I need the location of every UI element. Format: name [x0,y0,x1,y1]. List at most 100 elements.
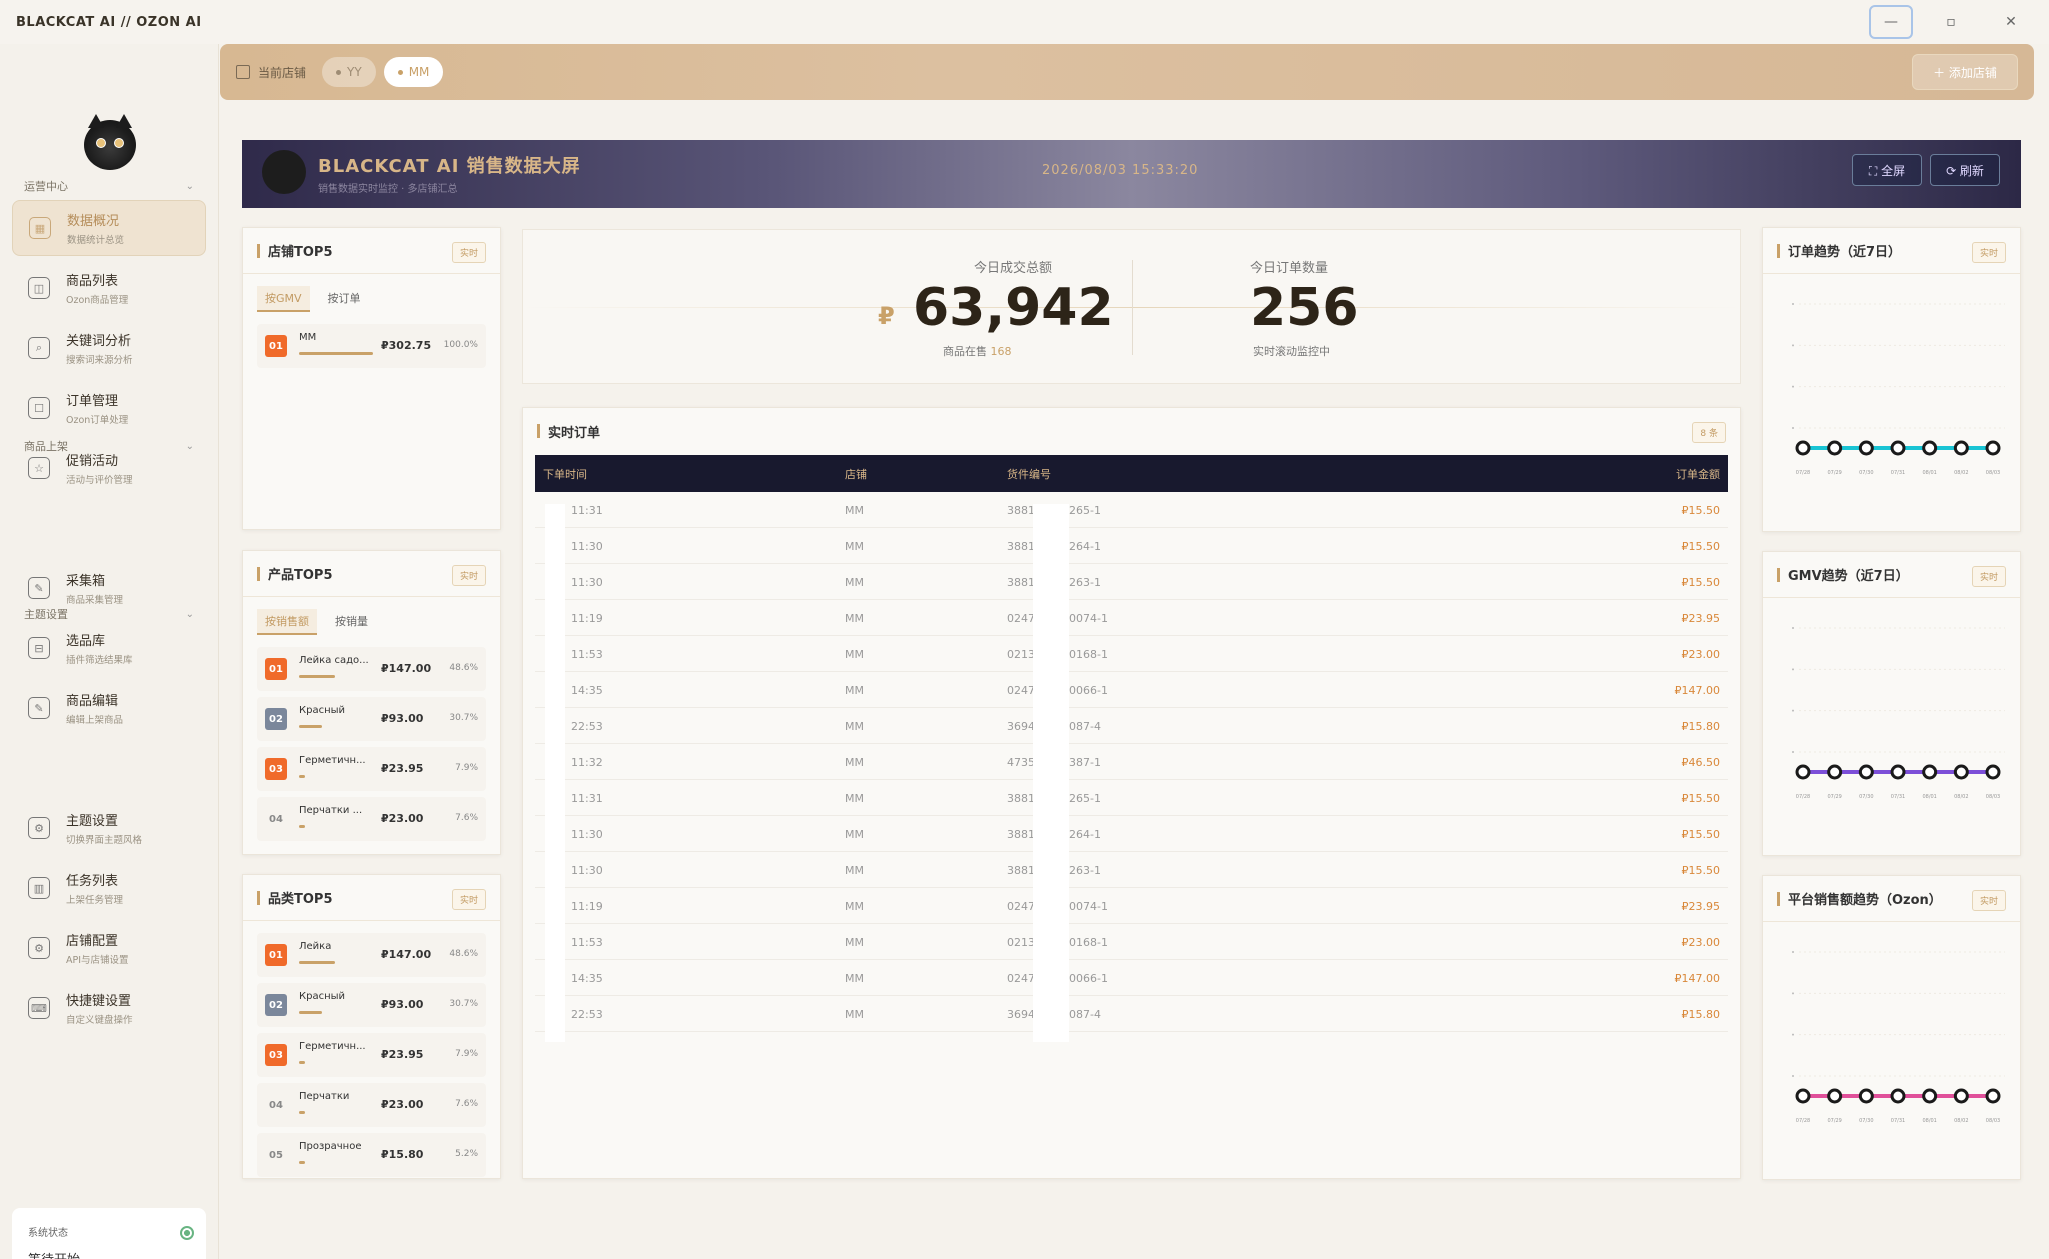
table-row[interactable]: 22:53 MM 3694 087-4 ₽15.80 [535,708,1728,744]
refresh-button[interactable]: ⟳ 刷新 [1930,154,2000,186]
table-row[interactable]: 11:30 MM 3881 263-1 ₽15.50 [535,852,1728,888]
table-row[interactable]: 11:30 MM 3881 263-1 ₽15.50 [535,564,1728,600]
sidebar-item-sub: API与店铺设置 [66,955,129,966]
order-time: 11:30 [571,828,603,841]
shipment-prefix: 3881 [1007,540,1035,553]
rank-row[interactable]: 04 Перчатки ... ₽23.00 7.6% [257,797,486,841]
tab-by-orders[interactable]: 按订单 [320,286,369,312]
sidebar-item-theme-settings[interactable]: ⚙ 主题设置 切换界面主题风格 [12,800,206,856]
order-amount: ₽15.50 [1681,576,1721,589]
live-badge: 实时 [451,565,486,586]
x-tick-label: 08/01 [1922,470,1936,476]
share-bar [299,725,322,728]
data-point [1890,1088,1906,1104]
order-time: 11:30 [571,864,603,877]
product-edit-icon: ✎ [28,697,50,719]
store-chip-label: MM [408,65,430,79]
order-time: 14:35 [571,684,603,697]
rank-row[interactable]: 02 Красный ₽93.00 30.7% [257,697,486,741]
sidebar-section-ops[interactable]: 运营中心 ⌄ [24,178,194,194]
tab-by-sales[interactable]: 按销售额 [257,609,317,635]
data-point [1985,764,2001,780]
sidebar-item-selection-library[interactable]: ⊟ 选品库 插件筛选结果库 [12,620,206,676]
sidebar-item-promotions[interactable]: ☆ 促销活动 活动与评价管理 [12,440,206,496]
rank-percent: 48.6% [449,663,478,673]
sidebar-item-data-overview[interactable]: ▦ 数据概况 数据统计总览 [12,200,206,256]
table-row[interactable]: 11:19 MM 0247 0074-1 ₽23.95 [535,888,1728,924]
sidebar-item-collection-box[interactable]: ✎ 采集箱 商品采集管理 [12,560,206,616]
rank-row[interactable]: 01 MM ₽302.75 100.0% [257,324,486,368]
rank-name: Лейка садо... [299,655,369,666]
table-row[interactable]: 11:31 MM 3881 265-1 ₽15.50 [535,780,1728,816]
data-point [1795,440,1811,456]
share-bar [299,1161,305,1164]
table-row[interactable]: 11:32 MM 4735 387-1 ₽46.50 [535,744,1728,780]
rank-number: 03 [265,758,287,780]
x-tick-label: 07/29 [1827,470,1841,476]
table-row[interactable]: 11:19 MM 0247 0074-1 ₽23.95 [535,600,1728,636]
y-tick-mark [1792,344,1794,347]
live-badge: 实时 [451,889,486,910]
rank-row[interactable]: 02 Красный ₽93.00 30.7% [257,983,486,1027]
sidebar-item-product-edit[interactable]: ✎ 商品编辑 编辑上架商品 [12,680,206,736]
sidebar-item-shortcut-settings[interactable]: ⌨ 快捷键设置 自定义键盘操作 [12,980,206,1036]
tab-by-gmv[interactable]: 按GMV [257,286,310,312]
rank-price: ₽23.00 [381,1098,424,1111]
sidebar-item-store-config[interactable]: ⚙ 店铺配置 API与店铺设置 [12,920,206,976]
minimize-button[interactable]: — [1869,5,1913,39]
shipment-suffix: 265-1 [1069,504,1101,517]
rank-number: 01 [265,335,287,357]
redaction-mask [545,504,565,1042]
add-store-button[interactable]: ＋ 添加店铺 [1912,54,2018,90]
close-button[interactable]: ✕ [1989,5,2033,39]
shipment-prefix: 0247 [1007,972,1035,985]
rank-row[interactable]: 03 Герметичн... ₽23.95 7.9% [257,747,486,791]
y-tick-mark [1792,303,1794,305]
current-time: 2026/08/03 15:33:20 [1042,163,1199,178]
x-tick-label: 07/28 [1796,794,1810,800]
maximize-button[interactable]: ▫ [1929,5,1973,39]
order-store: MM [845,756,864,769]
shipment-suffix: 265-1 [1069,792,1101,805]
table-row[interactable]: 22:53 MM 3694 087-4 ₽15.80 [535,996,1728,1032]
table-row[interactable]: 11:31 MM 3881 265-1 ₽15.50 [535,492,1728,528]
order-time: 11:53 [571,936,603,949]
rank-row[interactable]: 05 Прозрачное ₽15.80 5.2% [257,1133,486,1177]
sidebar-item-keyword-analysis[interactable]: ⌕ 关键词分析 搜索词来源分析 [12,320,206,376]
sidebar-item-order-management[interactable]: ☐ 订单管理 Ozon订单处理 [12,380,206,436]
rank-price: ₽147.00 [381,948,432,961]
status-indicator-icon [180,1226,194,1240]
table-row[interactable]: 11:53 MM 0213 0168-1 ₽23.00 [535,924,1728,960]
store-chip-yy[interactable]: YY [322,57,376,87]
fullscreen-button[interactable]: ⛶ 全屏 [1852,154,1922,186]
table-row[interactable]: 14:35 MM 0247 0066-1 ₽147.00 [535,672,1728,708]
shipment-prefix: 0247 [1007,612,1035,625]
rank-percent: 5.2% [455,1149,478,1159]
order-store: MM [845,972,864,985]
table-row[interactable]: 11:30 MM 3881 264-1 ₽15.50 [535,528,1728,564]
store-top5-panel: 店铺TOP5 实时 按GMV 按订单 01 MM ₽302.75 100.0% [242,227,501,530]
system-status-card: 系统状态 等待开始 [12,1208,206,1259]
share-bar [299,775,305,778]
rank-row[interactable]: 01 Лейка ₽147.00 48.6% [257,933,486,977]
tab-by-volume[interactable]: 按销量 [327,609,376,635]
rank-row[interactable]: 01 Лейка садо... ₽147.00 48.6% [257,647,486,691]
order-time: 11:32 [571,756,603,769]
sidebar-item-sub: 活动与评价管理 [66,475,133,486]
sidebar-item-product-list[interactable]: ◫ 商品列表 Ozon商品管理 [12,260,206,316]
sidebar-item-sub: 插件筛选结果库 [66,655,133,666]
table-row[interactable]: 11:30 MM 3881 264-1 ₽15.50 [535,816,1728,852]
store-chip-mm[interactable]: MM [383,57,444,87]
selection-library-icon: ⊟ [28,637,50,659]
rank-row[interactable]: 03 Герметичн... ₽23.95 7.9% [257,1033,486,1077]
x-tick-label: 07/31 [1891,1118,1905,1124]
rank-number: 04 [269,1099,283,1111]
table-row[interactable]: 11:53 MM 0213 0168-1 ₽23.00 [535,636,1728,672]
order-amount: ₽15.80 [1681,720,1721,733]
sidebar-item-task-list[interactable]: ▥ 任务列表 上架任务管理 [12,860,206,916]
cat-avatar-icon [262,150,306,194]
collection-box-icon: ✎ [28,577,50,599]
order-store: MM [845,900,864,913]
table-row[interactable]: 14:35 MM 0247 0066-1 ₽147.00 [535,960,1728,996]
rank-row[interactable]: 04 Перчатки ₽23.00 7.6% [257,1083,486,1127]
